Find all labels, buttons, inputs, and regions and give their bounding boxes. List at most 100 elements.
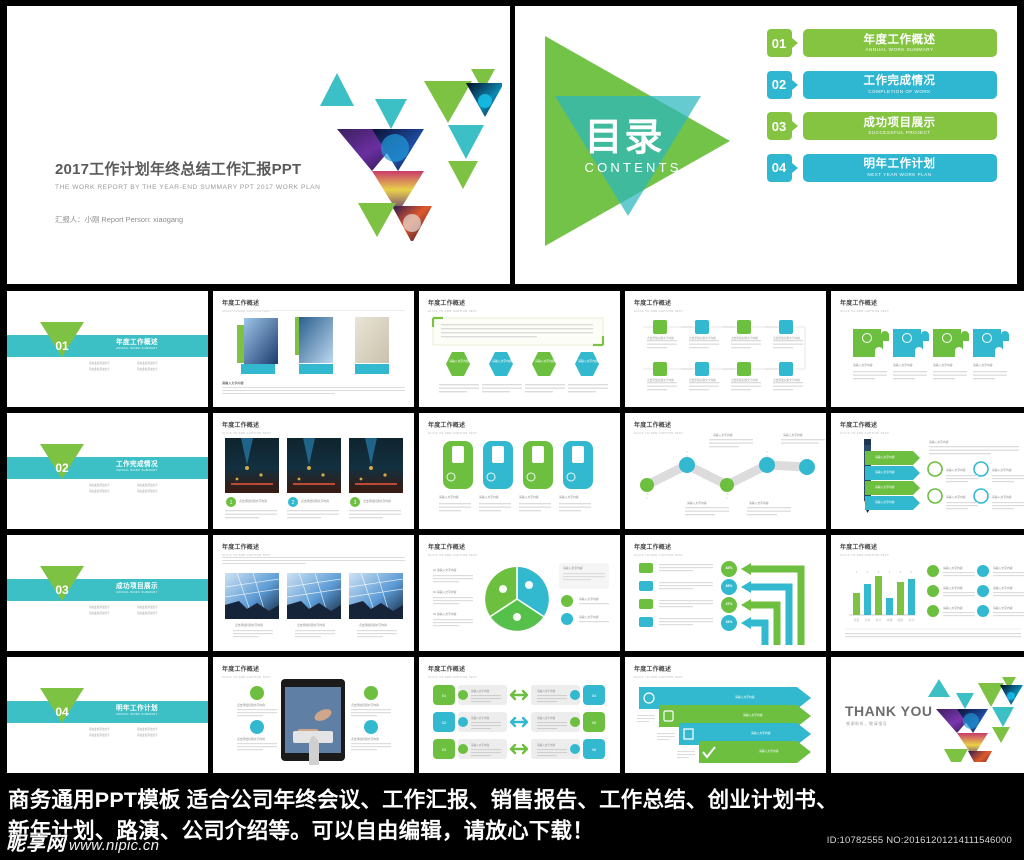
- divider-number: 02: [55, 461, 69, 475]
- thumbnail-section-divider-02[interactable]: 02 工作完成情况 ANNUAL WORK SUMMARY 请在此处添加文字 请…: [7, 413, 208, 529]
- contents-item-03[interactable]: 03 成功项目展示 SUCCESSFUL PROJECT: [766, 112, 997, 140]
- contents-item-02[interactable]: 02 工作完成情况 COMPLETION OF WORK: [766, 70, 997, 99]
- thumbnail-nested-arrows[interactable]: 年度工作概述 CLICK TO ADD CAPTION TEXT 83% 65%…: [625, 535, 826, 651]
- compare-caption: 请输入文字内容: [471, 717, 490, 720]
- thumbnail-rounded-cards[interactable]: 年度工作概述 CLICK TO ADD CAPTION TEXT 请输入文字内容…: [419, 413, 620, 529]
- divider-number: 03: [55, 583, 69, 597]
- page-subtitle: THE WORK REPORT BY THE YEAR-END SUMMARY …: [55, 184, 321, 191]
- contents-item-bar[interactable]: 工作完成情况 COMPLETION OF WORK: [802, 70, 997, 99]
- svg-text:1: 1: [856, 570, 858, 574]
- title-block: 2017工作计划年终总结工作汇报PPT THE WORK REPORT BY T…: [55, 158, 320, 191]
- contents-item-label-cn: 年度工作概述: [863, 33, 936, 46]
- contents-item-bar[interactable]: 明年工作计划 NEXT YEAR WORK PLAN: [802, 153, 997, 182]
- thumbnail-bar-chart[interactable]: 年度工作概述 CLICK TO ADD CAPTION TEXT 项目 方案 执行 …: [831, 535, 1024, 651]
- contents-item-number: 03: [766, 112, 792, 140]
- flow-caption: 点击添加标题文字内容: [689, 337, 716, 340]
- photo-caption: 点击添加标题文字内容: [297, 623, 325, 627]
- arrow-banner-label: 请输入文字内容: [759, 749, 779, 753]
- pie-stat: 请输入文字内容: [579, 615, 599, 619]
- contents-heading: 目录 CONTENTS: [585, 119, 682, 175]
- svg-text:05: 05: [592, 720, 597, 725]
- flow-caption: 点击添加标题文字内容: [773, 379, 800, 382]
- svg-text:方案: 方案: [864, 617, 870, 622]
- divider-bullets: 请在此处添加文字 请在此处添加文字 请在此处添加文字 请在此处添加文字: [89, 483, 185, 493]
- divider-title-cn: 工作完成情况: [116, 461, 158, 468]
- divider-bullet: 请在此处添加文字: [137, 362, 158, 365]
- process-flow-graphic: [643, 320, 806, 391]
- divider-title-cn: 明年工作计划: [116, 705, 158, 712]
- arrow-percent: 47%: [725, 602, 733, 606]
- divider-title-cn: 成功项目展示: [116, 583, 158, 590]
- thumbnail-tablet-icons[interactable]: 年度工作概述 CLICK TO ADD CAPTION TEXT 点击添加标题文…: [213, 657, 414, 773]
- puzzle-caption: 请输入文字内容: [933, 363, 953, 367]
- body-placeholder: [222, 387, 405, 395]
- contents-heading-cn: 目录: [584, 117, 665, 159]
- hex-label: 请输入文字内容: [578, 359, 598, 363]
- icon-caption: 点击添加标题文字内容: [237, 737, 265, 741]
- legend-label: 请输入文字内容: [993, 566, 1013, 570]
- divider-bullet: 请在此处添加文字: [137, 606, 158, 609]
- contents-item-01[interactable]: 01 年度工作概述 ANNUAL WORK SUMMARY: [766, 29, 997, 57]
- thumbnail-process-flow[interactable]: 年度工作概述 CLICK TO ADD CAPTION TEXT 点击添加标题文…: [625, 291, 826, 407]
- svg-text:执行: 执行: [875, 617, 881, 622]
- thumbnail-architecture-photos[interactable]: 年度工作概述 CLICK TO ADD CAPTION TEXT 点击添加标题文…: [213, 535, 414, 651]
- svg-text:总计: 总计: [908, 617, 914, 622]
- divider-title-en: ANNUAL WORK SUMMARY: [116, 347, 158, 350]
- contents-item-label-en: NEXT YEAR WORK PLAN: [867, 171, 932, 177]
- banner-label: 请输入文字内容: [875, 455, 895, 459]
- legend-label: 请输入文字内容: [943, 566, 963, 570]
- contents-item-bar[interactable]: 年度工作概述 ANNUAL WORK SUMMARY: [802, 29, 997, 57]
- zigzag-caption: 请输入文字内容: [783, 433, 803, 437]
- page-title: 2017工作计划年终总结工作汇报PPT: [55, 161, 302, 178]
- svg-text:02: 02: [442, 720, 447, 725]
- divider-bullet: 请在此处添加文字: [137, 367, 158, 371]
- svg-text:项目: 项目: [853, 618, 859, 622]
- pie-note: 请输入文字内容: [563, 566, 583, 570]
- watermark-en: www.nipic.cn: [69, 837, 160, 854]
- thumbnail-section-divider-03[interactable]: 03 成功项目展示 ANNUAL WORK SUMMARY 请在此处添加文字 请…: [7, 535, 208, 651]
- thumbnail-pie-chart[interactable]: 年度工作概述 CLICK TO ADD CAPTION TEXT 01 请输入文…: [419, 535, 620, 651]
- title-slide[interactable]: 2017工作计划年终总结工作汇报PPT THE WORK REPORT BY T…: [7, 6, 510, 284]
- divider-bullet: 请在此处添加文字: [89, 367, 110, 371]
- thumbnail-puzzle-pieces[interactable]: 年度工作概述 CLICK TO ADD CAPTION TEXT 请输入文字内容…: [831, 291, 1024, 407]
- thumbnail-grid: 01 年度工作概述 ANNUAL WORK SUMMARY 请在此处添加文字 请…: [0, 284, 1024, 773]
- photo-caption: 点击添加标题文字内容: [235, 623, 263, 627]
- compare-caption: 请输入文字内容: [537, 744, 556, 747]
- zigzag-caption: 请输入文字内容: [687, 501, 707, 505]
- thumbnail-thank-you[interactable]: THANK YOU 感谢聆听，敬请指导: [831, 657, 1024, 773]
- watermark-cn: 昵享网: [6, 834, 67, 855]
- arrow-banner-label: 请输入文字内容: [743, 713, 763, 717]
- pie-legend-label: 01 请输入文字内容: [433, 568, 457, 572]
- thumbnail-photo-trio[interactable]: 年度工作概述 CLICK TO ADD CAPTION TEXT: [213, 291, 414, 407]
- bar-chart-graphic: 项目 方案 执行 成果 服务 总计 1 2 3 4 5 6: [845, 565, 1024, 638]
- contents-item-label-en: ANNUAL WORK SUMMARY: [865, 47, 934, 53]
- divider-bullet: 请在此处添加文字: [89, 484, 110, 487]
- arrow-banner-label: 请输入文字内容: [751, 731, 771, 735]
- body-caption: 请输入文字内容: [929, 440, 949, 444]
- legend-label: 请输入文字内容: [993, 586, 1013, 590]
- stat-caption: 请输入文字内容: [946, 468, 966, 472]
- thumbnail-arrow-banners[interactable]: 年度工作概述 CLICK TO ADD CAPTION TEXT 请输入文字内容…: [625, 657, 826, 773]
- thumbnail-row-2: 02 工作完成情况 ANNUAL WORK SUMMARY 请在此处添加文字 请…: [7, 413, 1024, 529]
- divider-title: 年度工作概述 ANNUAL WORK SUMMARY: [95, 336, 179, 350]
- photo-caption: 点击添加标题文字内容: [359, 623, 387, 627]
- hero-slide-row: 2017工作计划年终总结工作汇报PPT THE WORK REPORT BY T…: [0, 0, 1024, 284]
- thumbnail-compare-rows[interactable]: 年度工作概述 CLICK TO ADD CAPTION TEXT 01 02 0…: [419, 657, 620, 773]
- thumbnail-section-divider-01[interactable]: 01 年度工作概述 ANNUAL WORK SUMMARY 请在此处添加文字 请…: [7, 291, 208, 407]
- divider-bullet: 请在此处添加文字: [89, 611, 110, 615]
- thumbnail-hexagon-row[interactable]: 年度工作概述 CLICK TO ADD CAPTION TEXT 请输入文字内容…: [419, 291, 620, 407]
- thumbnail-city-photo-trio[interactable]: 年度工作概述 CLICK TO ADD CAPTION TEXT 1 2 3 点…: [213, 413, 414, 529]
- bottom-banner: 商务通用PPT模板 适合公司年终会议、工作汇报、销售报告、工作总结、创业计划书、…: [0, 780, 1024, 860]
- thumbnail-zigzag-timeline[interactable]: 年度工作概述 CLICK TO ADD CAPTION TEXT 请输入文字内容…: [625, 413, 826, 529]
- stat-caption: 请输入文字内容: [992, 495, 1012, 499]
- thumbnail-section-divider-04[interactable]: 04 明年工作计划 ANNUAL WORK SUMMARY 请在此处添加文字 请…: [7, 657, 208, 773]
- svg-text:4: 4: [889, 570, 891, 574]
- thumb-caption: 请输入文字内容: [222, 381, 244, 385]
- contents-item-label-cn: 工作完成情况: [863, 75, 936, 88]
- contents-item-bar[interactable]: 成功项目展示 SUCCESSFUL PROJECT: [802, 112, 997, 140]
- puzzle-caption: 请输入文字内容: [973, 363, 993, 367]
- divider-title-en: ANNUAL WORK SUMMARY: [116, 713, 158, 716]
- contents-item-04[interactable]: 04 明年工作计划 NEXT YEAR WORK PLAN: [766, 153, 997, 182]
- thumbnail-pencil-banners[interactable]: 年度工作概述 CLICK TO ADD CAPTION TEXT 请输入文字内容…: [831, 413, 1024, 529]
- contents-slide[interactable]: 目录 CONTENTS 01 年度工作概述 ANNUAL WORK SUMMAR…: [514, 6, 1017, 284]
